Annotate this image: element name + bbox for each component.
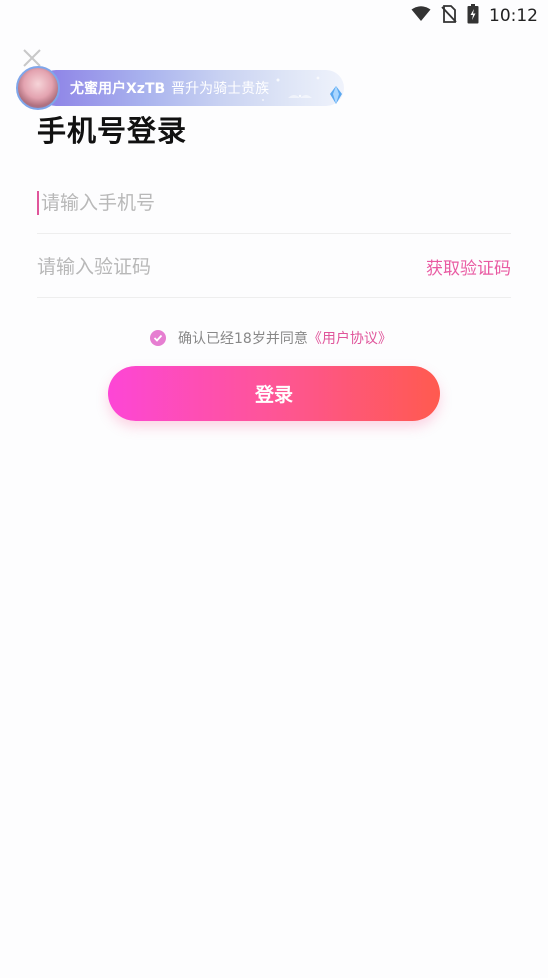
get-code-button[interactable]: 获取验证码 [426, 254, 511, 279]
promotion-notification-banner: 尤蜜用户XzTB 晋升为骑士贵族 [16, 66, 346, 110]
banner-text: 尤蜜用户XzTB 晋升为骑士贵族 [70, 78, 269, 98]
text-caret [37, 191, 39, 215]
verification-code-input[interactable] [37, 252, 417, 282]
login-button[interactable]: 登录 [108, 366, 440, 421]
close-icon[interactable] [22, 48, 42, 68]
avatar [16, 66, 60, 110]
wifi-icon [411, 6, 431, 26]
status-time: 10:12 [489, 6, 538, 26]
banner-message: 晋升为骑士贵族 [171, 81, 270, 97]
agreement-text: 确认已经18岁并同意 [178, 331, 308, 347]
agreement-row: 确认已经18岁并同意 《用户协议》 [150, 328, 392, 348]
battery-charging-icon [467, 4, 479, 28]
no-sim-icon [441, 5, 457, 27]
phone-field [37, 172, 511, 234]
page-title: 手机号登录 [37, 114, 188, 148]
login-screen: 10:12 尤蜜用户XzTB 晋升为骑士贵族 手机号登录 请输入手机号 请输入验… [0, 0, 548, 978]
user-agreement-link[interactable]: 《用户协议》 [308, 328, 392, 348]
code-field: 获取验证码 [37, 236, 511, 298]
agreement-checkbox[interactable] [150, 330, 166, 346]
banner-username: 尤蜜用户XzTB [70, 81, 166, 97]
status-icons: 10:12 [411, 4, 538, 28]
phone-input[interactable] [41, 188, 421, 218]
status-bar: 10:12 [0, 0, 548, 32]
check-icon [153, 334, 163, 342]
crystal-decoration-icon [326, 84, 346, 106]
